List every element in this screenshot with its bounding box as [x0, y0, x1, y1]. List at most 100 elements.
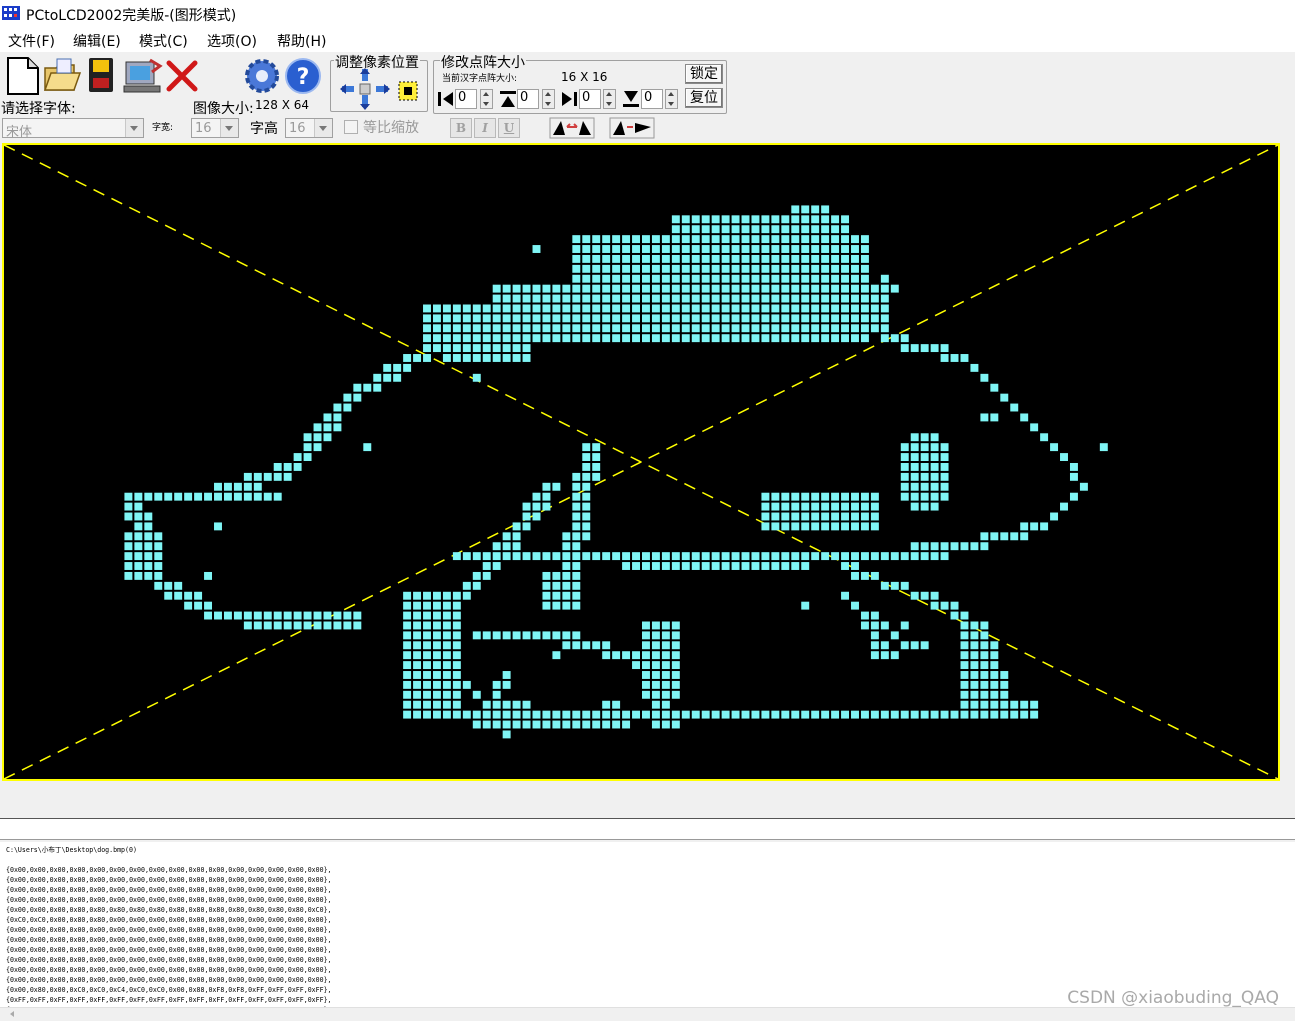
- lit-pixel: [781, 215, 790, 224]
- chevron-down-icon[interactable]: [314, 119, 332, 137]
- lit-pixel: [452, 591, 461, 600]
- lit-pixel: [432, 661, 441, 670]
- lit-pixel: [651, 710, 660, 719]
- save-disk-icon[interactable]: [86, 56, 118, 96]
- lit-pixel: [134, 492, 143, 501]
- lit-pixel: [482, 720, 491, 729]
- generate-icon[interactable]: [122, 56, 164, 96]
- menu-file[interactable]: 文件(F): [8, 31, 55, 51]
- lit-pixel: [492, 552, 501, 561]
- lit-pixel: [144, 522, 153, 531]
- lit-pixel: [592, 274, 601, 283]
- lit-pixel: [1010, 403, 1019, 412]
- lit-pixel: [880, 324, 889, 333]
- lit-pixel: [661, 700, 670, 709]
- lit-pixel: [532, 314, 541, 323]
- help-icon[interactable]: ?: [283, 56, 323, 96]
- output-line: {0x00,0x00,0x00,0x00,0x00,0x00,0x00,0x00…: [6, 966, 332, 974]
- char-width-select[interactable]: 16: [191, 118, 239, 138]
- lit-pixel: [482, 314, 491, 323]
- font-select[interactable]: 宋体: [2, 118, 144, 140]
- lit-pixel: [592, 314, 601, 323]
- lit-pixel: [860, 284, 869, 293]
- lit-pixel: [960, 631, 969, 640]
- lit-pixel: [831, 264, 840, 273]
- lit-pixel: [572, 324, 581, 333]
- spin-right-field[interactable]: 0: [579, 89, 601, 109]
- open-folder-icon[interactable]: [42, 56, 82, 96]
- spin-right-buttons[interactable]: [603, 89, 616, 109]
- pixel-grid[interactable]: [3, 144, 1279, 780]
- settings-gear-icon[interactable]: [242, 56, 282, 96]
- reset-button[interactable]: 复位: [685, 88, 723, 108]
- lit-pixel: [890, 581, 899, 590]
- chevron-down-icon[interactable]: [220, 119, 238, 137]
- lit-pixel: [592, 443, 601, 452]
- lit-pixel: [851, 254, 859, 263]
- lit-pixel: [134, 532, 143, 541]
- italic-button[interactable]: I: [474, 118, 496, 138]
- spin-top-buttons[interactable]: [542, 89, 555, 109]
- shrink-bottom-icon[interactable]: [622, 89, 640, 109]
- lit-pixel: [731, 235, 740, 244]
- lit-pixel: [423, 671, 431, 679]
- output-text-area[interactable]: C:\Users\小布丁\Desktop\dog.bmp(0) {0x00,0x…: [0, 842, 1295, 1007]
- lit-pixel: [413, 611, 422, 620]
- lit-pixel: [791, 522, 800, 531]
- window-title: PCtoLCD2002完美版-(图形模式): [26, 8, 237, 24]
- menu-mode[interactable]: 模式(C): [139, 31, 188, 51]
- lit-pixel: [671, 235, 680, 244]
- shrink-top-icon[interactable]: [499, 89, 517, 109]
- menu-edit[interactable]: 编辑(E): [73, 31, 121, 51]
- lit-pixel: [144, 532, 153, 541]
- proportional-checkbox[interactable]: [344, 120, 358, 134]
- spin-bottom-field[interactable]: 0: [641, 89, 663, 109]
- lit-pixel: [592, 552, 601, 561]
- new-file-icon[interactable]: [4, 54, 42, 96]
- lit-pixel: [134, 571, 143, 580]
- underline-button[interactable]: U: [498, 118, 520, 138]
- lit-pixel: [432, 680, 441, 689]
- lit-pixel: [642, 552, 650, 561]
- horizontal-scrollbar[interactable]: [0, 1007, 1295, 1021]
- lit-pixel: [900, 552, 909, 561]
- chevron-down-icon[interactable]: [125, 119, 143, 137]
- lit-pixel: [691, 324, 700, 333]
- shrink-right-icon[interactable]: [560, 89, 578, 109]
- lit-pixel: [841, 591, 850, 600]
- lit-pixel: [592, 324, 601, 333]
- move-arrows-icon[interactable]: [338, 68, 394, 110]
- lit-pixel: [273, 492, 282, 501]
- lit-pixel: [363, 443, 372, 452]
- char-height-select[interactable]: 16: [285, 118, 333, 138]
- lit-pixel: [343, 403, 352, 412]
- bold-button[interactable]: B: [450, 118, 472, 138]
- lit-pixel: [1000, 680, 1009, 689]
- shrink-left-icon[interactable]: [437, 89, 455, 109]
- lit-pixel: [791, 264, 800, 273]
- lock-button[interactable]: 锁定: [685, 64, 723, 84]
- menu-help[interactable]: 帮助(H): [277, 31, 326, 51]
- center-icon[interactable]: [396, 79, 420, 103]
- mirror-vertical-icon[interactable]: [609, 117, 655, 139]
- mirror-horizontal-icon[interactable]: [549, 117, 595, 139]
- lit-pixel: [731, 324, 740, 333]
- scroll-left-icon[interactable]: [10, 1011, 14, 1017]
- spin-left-field[interactable]: 0: [455, 89, 477, 109]
- lit-pixel: [243, 621, 252, 630]
- lit-pixel: [592, 641, 601, 650]
- command-input[interactable]: [0, 818, 1295, 840]
- lit-pixel: [592, 304, 601, 313]
- delete-icon[interactable]: [164, 58, 200, 94]
- lit-pixel: [811, 324, 820, 333]
- spin-bottom-buttons[interactable]: [665, 89, 678, 109]
- lit-pixel: [632, 324, 640, 333]
- lit-pixel: [930, 542, 939, 551]
- spin-left-buttons[interactable]: [480, 89, 493, 109]
- lit-pixel: [632, 235, 640, 244]
- spin-top-field[interactable]: 0: [517, 89, 539, 109]
- menu-options[interactable]: 选项(O): [207, 31, 257, 51]
- lit-pixel: [801, 284, 810, 293]
- lit-pixel: [522, 720, 531, 729]
- lcd-canvas[interactable]: [2, 143, 1280, 781]
